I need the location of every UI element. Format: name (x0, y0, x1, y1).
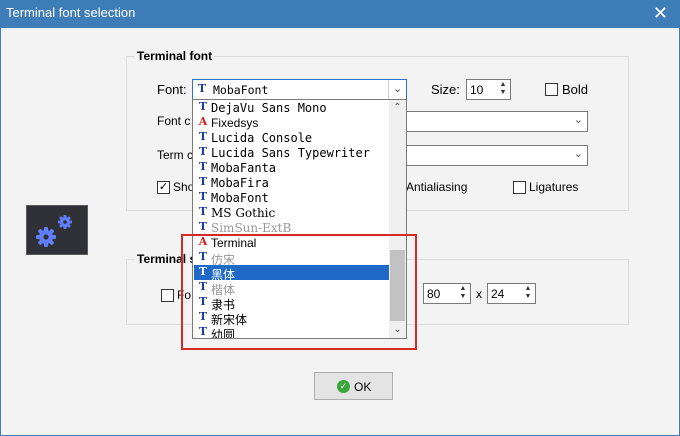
font-list-item-label: Lucida Console (211, 131, 313, 145)
font-list-item-label: DejaVu Sans Mono (211, 101, 327, 115)
ligatures-label: Ligatures (529, 180, 579, 194)
font-label: Font: (157, 82, 187, 97)
chevron-down-icon[interactable]: ⌄ (388, 80, 406, 99)
spin-arrows-icon[interactable]: ▲ ▼ (458, 285, 468, 301)
truetype-icon: T (198, 175, 208, 188)
scroll-up-icon[interactable]: ⌃ (389, 100, 406, 116)
close-icon[interactable]: ✕ (653, 3, 668, 23)
font-list-item-label: MobaFont (211, 191, 269, 205)
truetype-icon: T (197, 82, 207, 95)
columns-value: 80 (427, 287, 441, 301)
font-list-item[interactable]: T MobaFanta (194, 160, 390, 176)
term-color-label: Term c (157, 148, 193, 162)
spin-arrows-icon[interactable]: ▲ ▼ (523, 285, 533, 301)
bold-checkbox[interactable] (545, 83, 558, 96)
font-list-item[interactable]: T MS Gothic (194, 205, 390, 221)
font-list-item[interactable]: T Lucida Sans Typewriter (194, 145, 390, 161)
rows-value: 24 (491, 287, 505, 301)
font-list-item[interactable]: T DejaVu Sans Mono (194, 100, 390, 116)
truetype-icon: T (198, 205, 208, 218)
truetype-icon: T (198, 130, 208, 143)
font-size-spinner[interactable]: 10 ▲ ▼ (466, 79, 511, 100)
font-size-value: 10 (470, 83, 484, 97)
font-list-item[interactable]: T MobaFira (194, 175, 390, 191)
show-checkbox[interactable]: ✓ (157, 181, 170, 194)
truetype-icon: T (198, 145, 208, 158)
font-color-label: Font c (157, 114, 191, 128)
truetype-icon: T (198, 100, 208, 113)
font-list-item-label: MobaFira (211, 176, 269, 190)
window-title: Terminal font selection (6, 5, 136, 20)
font-list-item-label: Fixedsys (211, 116, 259, 130)
settings-gears-icon (26, 205, 88, 255)
raster-font-icon: A (198, 115, 208, 128)
font-combobox-value: MobaFont (213, 83, 269, 97)
font-list-item[interactable]: A Fixedsys (194, 115, 390, 131)
truetype-icon: T (198, 190, 208, 203)
ok-button-label: OK (354, 380, 372, 394)
font-combobox[interactable]: T MobaFont ⌄ (192, 79, 407, 100)
chevron-down-icon[interactable]: ⌄ (574, 113, 583, 126)
rows-spinner[interactable]: 24 ▲ ▼ (487, 283, 536, 304)
antialiasing-label: Antialiasing (406, 180, 468, 194)
truetype-icon: T (198, 160, 208, 173)
font-list-item-label: MobaFanta (211, 161, 277, 175)
bold-label: Bold (562, 82, 589, 97)
spin-arrows-icon[interactable]: ▲ ▼ (498, 81, 508, 97)
fixed-size-checkbox[interactable] (161, 289, 174, 302)
truetype-icon: T (198, 220, 208, 233)
term-color-combobox[interactable]: ⌄ (400, 145, 588, 166)
font-list-item-label: MS Gothic (211, 206, 276, 220)
font-color-combobox[interactable]: ⌄ (400, 111, 588, 132)
size-separator: x (476, 287, 482, 301)
font-list-item[interactable]: T Lucida Console (194, 130, 390, 146)
annotation-highlight-box (181, 234, 417, 350)
font-list-item[interactable]: T MobaFont (194, 190, 390, 206)
font-list-item-label: SimSun-ExtB (211, 221, 292, 235)
font-list-item[interactable]: T SimSun-ExtB (194, 220, 390, 236)
columns-spinner[interactable]: 80 ▲ ▼ (423, 283, 471, 304)
chevron-down-icon[interactable]: ⌄ (574, 147, 583, 160)
title-bar: Terminal font selection ✕ (0, 0, 680, 28)
font-list-item-label: Lucida Sans Typewriter (211, 146, 370, 160)
ligatures-checkbox[interactable] (513, 181, 526, 194)
terminal-font-group-title: Terminal font (135, 49, 215, 63)
size-label: Size: (431, 82, 460, 97)
ok-button[interactable]: ✓ OK (314, 372, 393, 400)
checkmark-icon: ✓ (337, 380, 350, 393)
